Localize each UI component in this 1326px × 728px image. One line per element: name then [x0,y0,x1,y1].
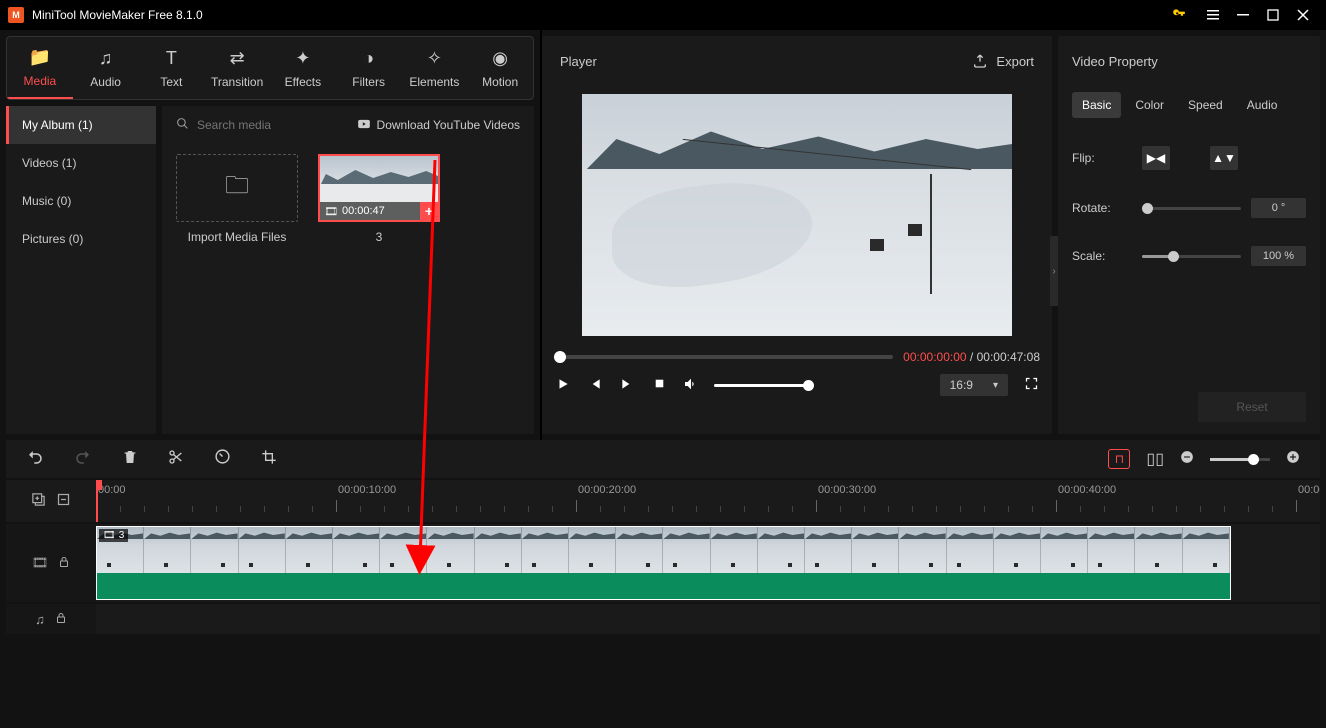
upgrade-key-icon[interactable] [1172,7,1186,24]
folder-add-icon: 🗀 [225,168,249,209]
search-input[interactable] [197,118,317,132]
media-content: Download YouTube Videos 🗀 Import Media F… [162,106,534,434]
zoom-out-button[interactable] [1180,450,1194,469]
player-panel: Player Export 00:00:00:00 / 00:00:47:08 … [542,36,1052,434]
reset-button[interactable]: Reset [1198,392,1306,422]
prop-tab-basic[interactable]: Basic [1072,92,1121,118]
delete-button[interactable] [122,449,138,470]
effects-icon: ✦ [295,48,310,69]
video-track-icon: 🎞 [32,555,49,571]
scale-value[interactable]: 100 % [1251,246,1306,266]
track-height-button[interactable]: ▯▯ [1146,449,1164,469]
snap-button[interactable]: ⊓ [1108,449,1130,469]
undo-button[interactable] [26,448,44,471]
youtube-icon [357,117,371,134]
text-icon: T [166,48,177,69]
film-icon: 🎞 [324,205,338,218]
media-sidebar: My Album (1) Videos (1) Music (0) Pictur… [6,106,156,434]
chevron-down-icon: ▾ [993,380,998,391]
properties-panel: › Video Property Basic Color Speed Audio… [1058,36,1320,434]
fullscreen-button[interactable] [1022,376,1040,394]
sidebar-item-pictures[interactable]: Pictures (0) [6,220,156,258]
folder-icon: 📁 [29,47,51,68]
prop-tab-color[interactable]: Color [1125,92,1174,118]
tab-media[interactable]: 📁Media [7,37,73,99]
collapse-properties-button[interactable]: › [1050,236,1058,306]
prop-tab-speed[interactable]: Speed [1178,92,1233,118]
add-track-button[interactable] [31,492,46,510]
playback-scrubber[interactable] [554,355,893,359]
zoom-in-button[interactable] [1286,450,1300,469]
lock-track-button[interactable] [58,556,70,571]
import-media-box[interactable]: 🗀 Import Media Files [176,154,298,244]
elements-icon: ✧ [427,48,442,69]
speed-button[interactable] [214,448,231,470]
flip-vertical-button[interactable]: ▲▼ [1210,146,1238,170]
player-title: Player [560,54,597,69]
timeline-clip[interactable]: 🎞 3 [96,526,1231,600]
zoom-slider[interactable] [1210,458,1270,461]
media-panel: 📁Media ♫Audio TText ⇄Transition ✦Effects… [0,30,542,440]
flip-horizontal-button[interactable]: ▶◀ [1142,146,1170,170]
add-to-timeline-button[interactable]: + [420,202,438,220]
rotate-value[interactable]: 0 ° [1251,198,1306,218]
volume-icon[interactable] [682,376,700,395]
tab-transition[interactable]: ⇄Transition [204,37,270,99]
minimize-button[interactable] [1228,0,1258,30]
app-title: MiniTool MovieMaker Free 8.1.0 [32,8,1172,22]
tab-audio[interactable]: ♫Audio [73,37,139,99]
next-frame-button[interactable] [618,377,636,394]
stop-button[interactable] [650,377,668,393]
redo-button[interactable] [74,448,92,471]
volume-slider[interactable] [714,384,814,387]
audio-track-icon: ♫ [35,612,45,627]
download-youtube-link[interactable]: Download YouTube Videos [357,117,520,134]
timecode: 00:00:00:00 / 00:00:47:08 [903,350,1040,364]
tab-elements[interactable]: ✧Elements [402,37,468,99]
playhead[interactable] [96,480,98,522]
audio-track[interactable] [96,604,1320,634]
properties-title: Video Property [1072,36,1306,86]
menu-icon[interactable] [1198,0,1228,30]
sidebar-item-music[interactable]: Music (0) [6,182,156,220]
crop-button[interactable] [261,449,277,470]
close-button[interactable] [1288,0,1318,30]
lock-audio-track-button[interactable] [55,612,67,627]
split-button[interactable] [168,449,184,470]
sidebar-item-myalbum[interactable]: My Album (1) [6,106,156,144]
remove-track-button[interactable] [56,492,71,510]
play-button[interactable] [554,377,572,394]
prop-tab-audio[interactable]: Audio [1237,92,1288,118]
motion-icon: ◉ [492,48,508,69]
tab-effects[interactable]: ✦Effects [270,37,336,99]
tab-motion[interactable]: ◉Motion [467,37,533,99]
video-preview[interactable] [582,94,1012,336]
sidebar-item-videos[interactable]: Videos (1) [6,144,156,182]
prev-frame-button[interactable] [586,377,604,394]
scale-slider[interactable] [1142,255,1241,258]
transition-icon: ⇄ [230,48,245,69]
clip-badge: 🎞 3 [99,529,128,542]
aspect-ratio-select[interactable]: 16:9▾ [940,374,1008,396]
titlebar: M MiniTool MovieMaker Free 8.1.0 [0,0,1326,30]
tab-text[interactable]: TText [139,37,205,99]
app-logo: M [8,7,24,23]
music-note-icon: ♫ [99,48,113,69]
rotate-slider[interactable] [1142,207,1241,210]
maximize-button[interactable] [1258,0,1288,30]
media-clip-thumbnail[interactable]: 🎞00:00:47 + 3 [318,154,440,244]
filters-icon: ◑ [363,48,374,69]
search-icon [176,117,189,133]
tab-filters[interactable]: ◑Filters [336,37,402,99]
video-track[interactable]: 🎞 3 [96,524,1320,602]
main-toolbar: 📁Media ♫Audio TText ⇄Transition ✦Effects… [6,36,534,100]
timeline-area: ⊓ ▯▯ 00:0000:00:10:0000:00:20:0000:00:30… [0,440,1326,634]
timeline-ruler[interactable]: 00:0000:00:10:0000:00:20:0000:00:30:0000… [96,480,1320,522]
export-button[interactable]: Export [972,53,1034,69]
